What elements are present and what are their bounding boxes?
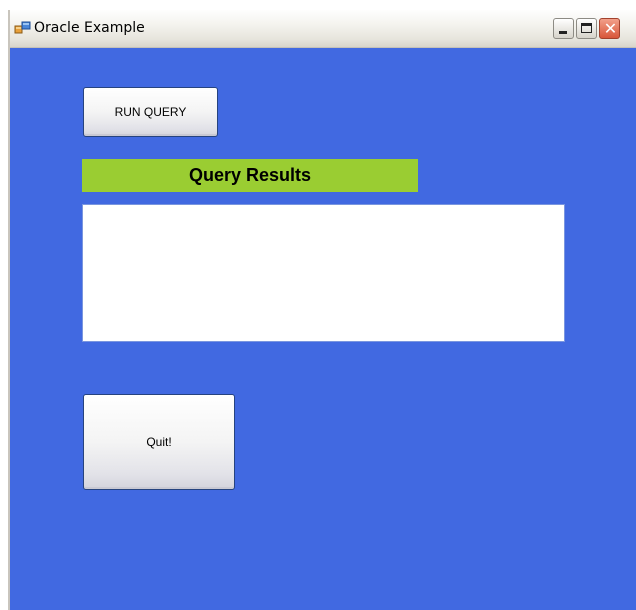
title-bar[interactable]: Oracle Example ✕	[10, 10, 636, 48]
app-window-icon	[14, 21, 31, 35]
minimize-icon	[559, 31, 567, 34]
query-results-box[interactable]	[82, 204, 565, 342]
close-icon: ✕	[603, 19, 618, 38]
window-title: Oracle Example	[34, 20, 145, 36]
maximize-icon	[581, 23, 592, 33]
maximize-button[interactable]	[576, 18, 597, 39]
quit-button[interactable]: Quit!	[83, 394, 235, 490]
run-query-label: RUN QUERY	[114, 105, 187, 119]
quit-label: Quit!	[146, 435, 172, 449]
close-button[interactable]: ✕	[599, 18, 620, 39]
minimize-button[interactable]	[553, 18, 574, 39]
run-query-button[interactable]: RUN QUERY	[83, 87, 218, 137]
app-window: Oracle Example ✕ RUN QUERY Query Results…	[8, 10, 636, 610]
query-results-header: Query Results	[82, 159, 418, 192]
